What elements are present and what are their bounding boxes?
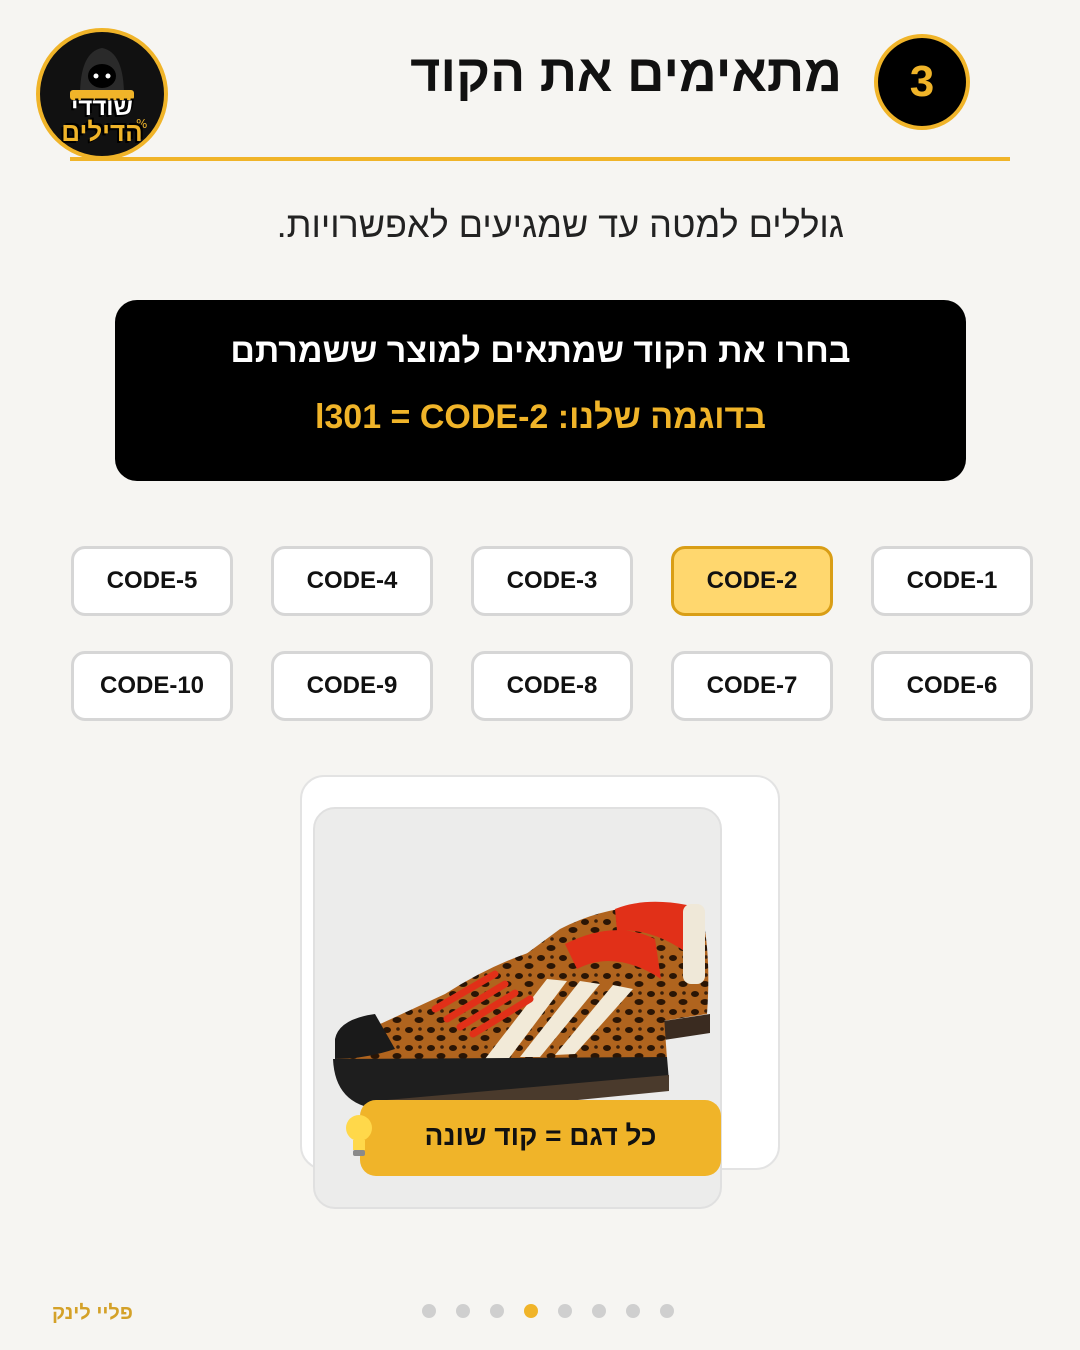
instruction-text: גוללים למטה עד שמגיעים לאפשרויות. <box>276 204 844 245</box>
step-number-badge: 3 <box>874 34 970 130</box>
code-option-6[interactable]: CODE-6 <box>871 651 1033 721</box>
code-option-1[interactable]: CODE-1 <box>871 546 1033 616</box>
info-instruction: בחרו את הקוד שמתאים למוצר ששמרתם <box>230 332 851 370</box>
pagination-dot[interactable] <box>626 1304 640 1318</box>
code-option-4[interactable]: CODE-4 <box>271 546 433 616</box>
lightbulb-icon <box>346 1115 372 1156</box>
pagination-dot[interactable] <box>422 1304 436 1318</box>
info-banner: בחרו את הקוד שמתאים למוצר ששמרתם בדוגמה … <box>115 300 966 481</box>
pagination-dot[interactable] <box>660 1304 674 1318</box>
tip-text: כל דגם = קוד שונה <box>424 1120 657 1151</box>
code-option-10[interactable]: CODE-10 <box>71 651 233 721</box>
footer-brand: פליי לינק <box>52 1302 133 1324</box>
brand-logo: % שודדי הדילים <box>36 28 168 160</box>
pagination-dot[interactable] <box>558 1304 572 1318</box>
code-option-3[interactable]: CODE-3 <box>471 546 633 616</box>
code-option-8[interactable]: CODE-8 <box>471 651 633 721</box>
code-option-5[interactable]: CODE-5 <box>71 546 233 616</box>
code-option-7[interactable]: CODE-7 <box>671 651 833 721</box>
pagination-dot[interactable] <box>456 1304 470 1318</box>
tip-banner: כל דגם = קוד שונה <box>360 1100 721 1176</box>
pagination-dot[interactable] <box>490 1304 504 1318</box>
pagination-dot-active[interactable] <box>524 1304 538 1318</box>
pagination-dot[interactable] <box>592 1304 606 1318</box>
header-divider <box>70 157 1010 161</box>
page-title: מתאימים את הקוד <box>410 45 842 103</box>
code-option-9[interactable]: CODE-9 <box>271 651 433 721</box>
info-example: בדוגמה שלנו: l301 = CODE-2 <box>314 398 767 436</box>
code-option-2[interactable]: CODE-2 <box>671 546 833 616</box>
logo-text-bottom: הדילים <box>61 117 143 147</box>
